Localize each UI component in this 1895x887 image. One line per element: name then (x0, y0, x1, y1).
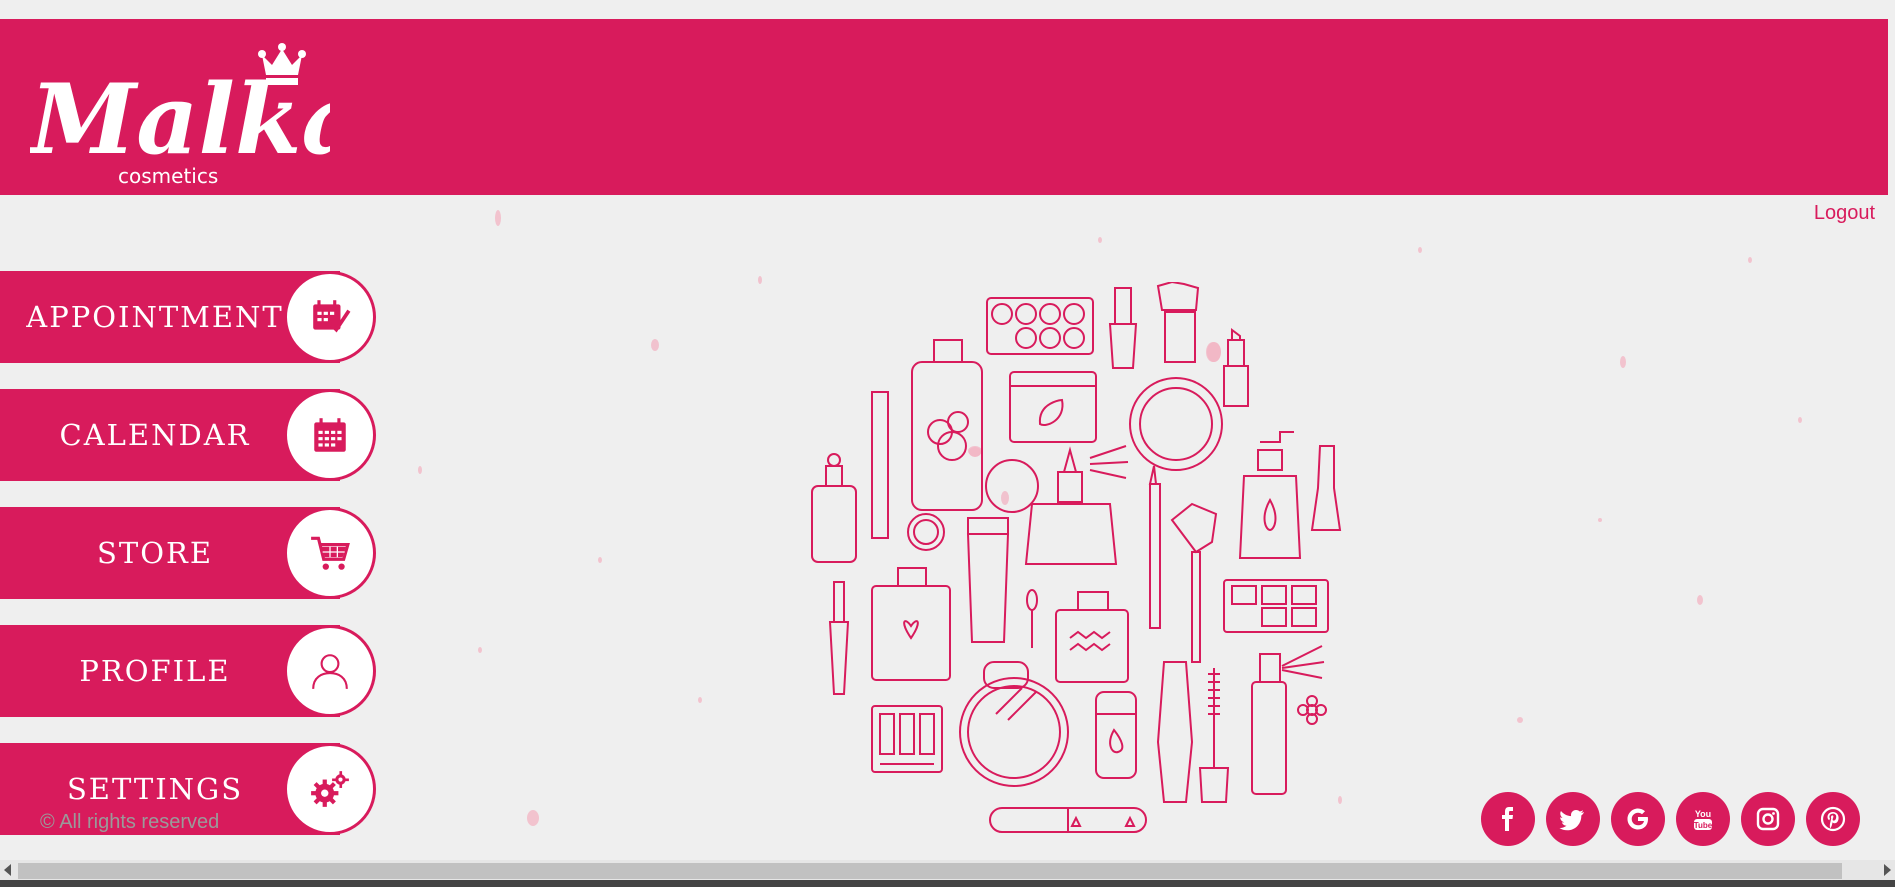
facebook-icon[interactable] (1481, 792, 1535, 846)
menu-label-appointment: APPOINTMENT (26, 300, 284, 334)
svg-text:You: You (1695, 809, 1711, 819)
brand-logo[interactable]: Malka cosmetics (27, 35, 364, 188)
header-bar: Malka cosmetics (0, 19, 1888, 195)
scrollbar-thumb[interactable] (18, 863, 1842, 879)
logo-tagline: cosmetics (118, 164, 218, 185)
logo-text: Malka (30, 63, 330, 176)
scroll-right-icon[interactable] (1884, 864, 1891, 876)
cart-icon[interactable] (284, 507, 376, 599)
horizontal-scrollbar[interactable] (0, 860, 1895, 880)
menu-label-store: STORE (97, 536, 213, 570)
logout-link[interactable]: Logout (1814, 202, 1875, 225)
menu-item-store[interactable]: STORE (0, 507, 376, 599)
copyright-text: © All rights reserved (40, 811, 220, 833)
cosmetics-illustration (811, 282, 1342, 833)
menu-item-appointment[interactable]: APPOINTMENT (0, 271, 376, 363)
user-icon[interactable] (284, 625, 376, 717)
scroll-left-icon[interactable] (4, 864, 11, 876)
bottom-strip (0, 880, 1895, 887)
logo-graphic: Malka cosmetics (27, 43, 364, 188)
menu-item-calendar[interactable]: CALENDAR (0, 389, 376, 481)
youtube-icon[interactable]: You Tube (1676, 792, 1730, 846)
pinterest-icon[interactable] (1806, 792, 1860, 846)
calendar-icon[interactable] (284, 389, 376, 481)
instagram-icon[interactable] (1741, 792, 1795, 846)
google-icon[interactable] (1611, 792, 1665, 846)
svg-text:Tube: Tube (1694, 821, 1713, 830)
menu-label-calendar: CALENDAR (59, 418, 251, 452)
menu-item-profile[interactable]: PROFILE (0, 625, 376, 717)
menu-label-profile: PROFILE (79, 654, 231, 688)
gears-icon[interactable] (284, 743, 376, 835)
twitter-icon[interactable] (1546, 792, 1600, 846)
calendar-check-icon[interactable] (284, 271, 376, 363)
